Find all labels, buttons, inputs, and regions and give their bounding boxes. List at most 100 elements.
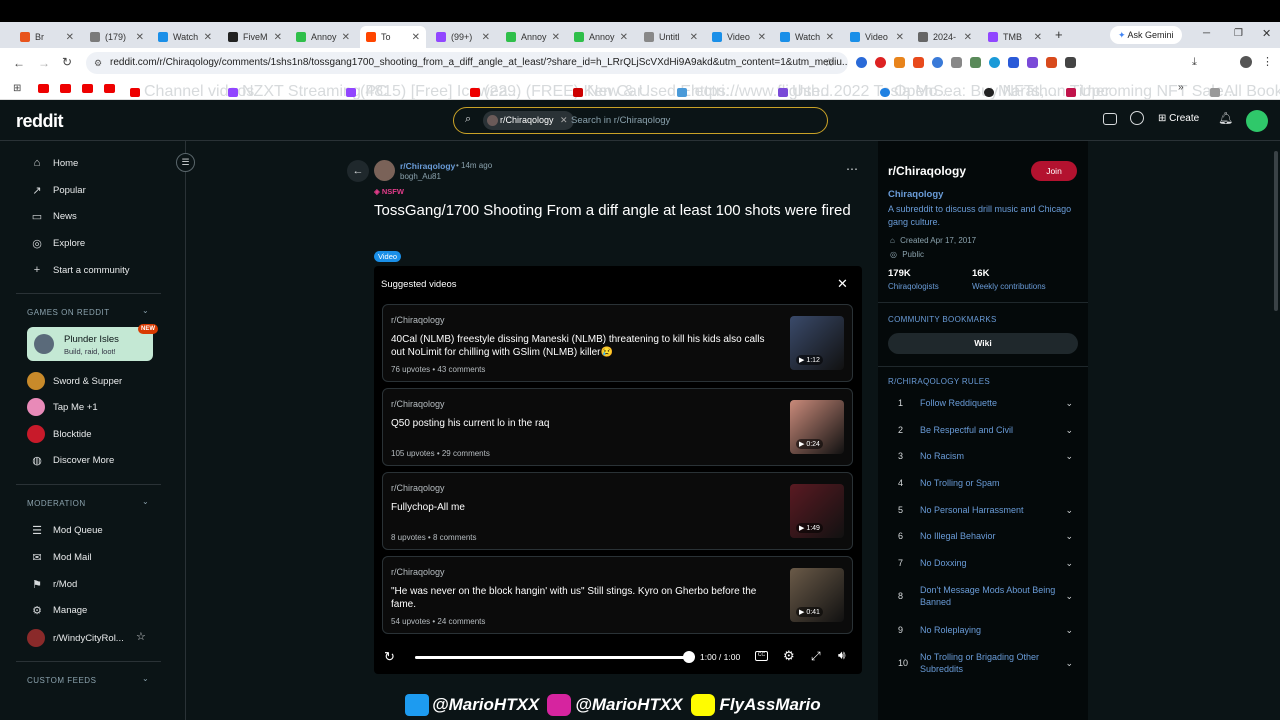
suggested-video-card[interactable]: r/Chiraqology "He was never on the block… [382, 556, 853, 634]
youtube-icon[interactable] [38, 84, 49, 93]
sidebar-game-blocktide[interactable]: Blocktide [27, 425, 92, 443]
progress-handle[interactable] [683, 651, 695, 663]
browser-tab[interactable]: TMB ✕ [982, 26, 1048, 48]
close-tab-icon[interactable]: ✕ [274, 32, 282, 43]
back-icon[interactable]: ← [13, 56, 25, 70]
browser-tab[interactable]: Video ✕ [844, 26, 910, 48]
chevron-up-icon[interactable]: ⌄ [142, 497, 149, 506]
browser-tab[interactable]: To ✕ [360, 26, 426, 48]
extension-icon[interactable] [1008, 57, 1019, 68]
reload-icon[interactable]: ↻ [62, 55, 72, 69]
sidebar-item-windycity[interactable]: r/WindyCityRol... [27, 629, 124, 647]
rule-item[interactable]: 6 No Illegal Behavior ⌄ [898, 530, 1073, 542]
sidebar-discover-more[interactable]: ◍ Discover More [30, 453, 114, 467]
rule-item[interactable]: 7 No Doxxing ⌄ [898, 557, 1073, 569]
moderation-section-title[interactable]: MODERATION [27, 499, 86, 508]
close-tab-icon[interactable]: ✕ [342, 32, 350, 43]
chip-close-icon[interactable]: ✕ [560, 115, 568, 125]
post-flair[interactable]: Video [374, 251, 402, 262]
suggested-video-card[interactable]: r/Chiraqology Q50 posting his current lo… [382, 388, 853, 466]
close-tab-icon[interactable]: ✕ [482, 32, 490, 43]
sidebar-item-mod-mail[interactable]: ✉ Mod Mail [30, 550, 91, 564]
close-tab-icon[interactable]: ✕ [896, 32, 904, 43]
extension-icon[interactable] [970, 57, 981, 68]
close-tab-icon[interactable]: ✕ [412, 32, 420, 43]
suggested-video-card[interactable]: r/Chiraqology Fullychop-All me 8 upvotes… [382, 472, 853, 550]
post-options-icon[interactable]: ⋯ [846, 162, 858, 176]
close-tab-icon[interactable]: ✕ [552, 32, 560, 43]
extension-icon[interactable] [1065, 57, 1076, 68]
apps-icon[interactable]: ⊞ [13, 83, 21, 94]
rule-item[interactable]: 9 No Roleplaying ⌄ [898, 624, 1073, 636]
join-button[interactable]: Join [1031, 161, 1077, 181]
all-bookmarks[interactable]: All Bookmarks [1210, 83, 1280, 101]
forward-icon[interactable]: → [38, 56, 50, 70]
games-section-title[interactable]: GAMES ON REDDIT [27, 308, 110, 317]
chevron-up-icon[interactable]: ⌄ [142, 674, 149, 683]
browser-tab[interactable]: 2024- ✕ [912, 26, 978, 48]
settings-gear-icon[interactable]: ⚙ [783, 648, 795, 664]
close-icon[interactable]: ✕ [837, 276, 848, 292]
url-field[interactable]: ⚙ reddit.com/r/Chiraqology/comments/1shs… [86, 52, 848, 74]
browser-tab[interactable]: Annoy ✕ [568, 26, 634, 48]
extension-icon[interactable] [894, 57, 905, 68]
sidebar-item-popular[interactable]: ↗ Popular [30, 183, 85, 197]
close-tab-icon[interactable]: ✕ [136, 32, 144, 43]
volume-icon[interactable]: 🔊︎ [838, 648, 846, 663]
minimize-button[interactable]: ─ [1203, 28, 1210, 39]
maximize-button[interactable]: ❐ [1234, 28, 1243, 39]
close-tab-icon[interactable]: ✕ [758, 32, 766, 43]
rule-item[interactable]: 4 No Trolling or Spam [898, 477, 1073, 489]
captions-icon[interactable]: CC [755, 651, 768, 661]
browser-tab[interactable]: Annoy ✕ [500, 26, 566, 48]
close-tab-icon[interactable]: ✕ [204, 32, 212, 43]
browser-tab[interactable]: Annoy ✕ [290, 26, 356, 48]
sidebar-game-tap-me[interactable]: Tap Me +1 [27, 398, 98, 416]
extension-icon[interactable] [932, 57, 943, 68]
author-avatar[interactable] [374, 160, 395, 181]
search-subreddit-chip[interactable]: r/Chiraqology ✕ [483, 111, 574, 130]
browser-tab[interactable]: (99+) ✕ [430, 26, 496, 48]
featured-game-card[interactable]: Plunder Isles Build, raid, loot! [27, 327, 153, 361]
browser-tab[interactable]: (179) ✕ [84, 26, 150, 48]
download-icon[interactable]: ⤓ [1192, 56, 1197, 69]
sidebar-item-start-community[interactable]: + Start a community [30, 263, 130, 277]
scrollbar-thumb[interactable] [1274, 151, 1278, 311]
rule-item[interactable]: 3 No Racism ⌄ [898, 450, 1073, 462]
browser-tab[interactable]: FiveM ✕ [222, 26, 288, 48]
reddit-logo[interactable]: reddit [16, 111, 64, 132]
sidebar-item-news[interactable]: ▭ News [30, 209, 77, 223]
close-tab-icon[interactable]: ✕ [1034, 32, 1042, 43]
wiki-button[interactable]: Wiki [888, 333, 1078, 354]
browser-tab[interactable]: Untitl ✕ [638, 26, 704, 48]
browser-tab[interactable]: Br ✕ [14, 26, 80, 48]
menu-icon[interactable]: ⋮ [1262, 55, 1273, 68]
extension-icon[interactable] [1027, 57, 1038, 68]
extension-icon[interactable] [875, 57, 886, 68]
extension-icon[interactable] [951, 57, 962, 68]
chat-icon[interactable] [1130, 111, 1144, 125]
new-tab-button[interactable]: + [1055, 27, 1063, 42]
suggested-video-card[interactable]: r/Chiraqology 40Cal (NLMB) freestyle dis… [382, 304, 853, 382]
back-button[interactable]: ← [347, 160, 369, 182]
post-subreddit-link[interactable]: r/Chiraqology [400, 161, 455, 171]
sidebar-item-home[interactable]: ⌂ Home [30, 156, 79, 170]
create-button[interactable]: ⊞ Create [1158, 113, 1199, 124]
sidebar-item-mod-queue[interactable]: ☰ Mod Queue [30, 523, 103, 537]
sidebar-item-explore[interactable]: ◎ Explore [30, 236, 85, 250]
sidebar-item-rmod[interactable]: ⚑ r/Mod [30, 577, 77, 591]
ask-gemini-button[interactable]: ✦ Ask Gemini [1110, 26, 1182, 44]
notification-bell-icon[interactable]: 🔔︎ [1218, 111, 1233, 125]
rule-item[interactable]: 2 Be Respectful and Civil ⌄ [898, 424, 1073, 436]
ad-icon[interactable] [1103, 113, 1117, 125]
search-input[interactable]: Search in r/Chiraqology [571, 115, 670, 126]
bookmark-star-icon[interactable]: ☆ [824, 56, 834, 69]
chevron-up-icon[interactable]: ⌄ [142, 306, 149, 315]
progress-track[interactable] [415, 656, 689, 659]
replay-icon[interactable]: ↻ [384, 649, 395, 665]
sidebar-item-manage[interactable]: ⚙ Manage [30, 603, 87, 617]
extension-icon[interactable] [913, 57, 924, 68]
favorite-star-icon[interactable]: ☆ [136, 630, 146, 643]
sidebar-game-sword-supper[interactable]: Sword & Supper [27, 372, 122, 390]
youtube-icon[interactable] [82, 84, 93, 93]
